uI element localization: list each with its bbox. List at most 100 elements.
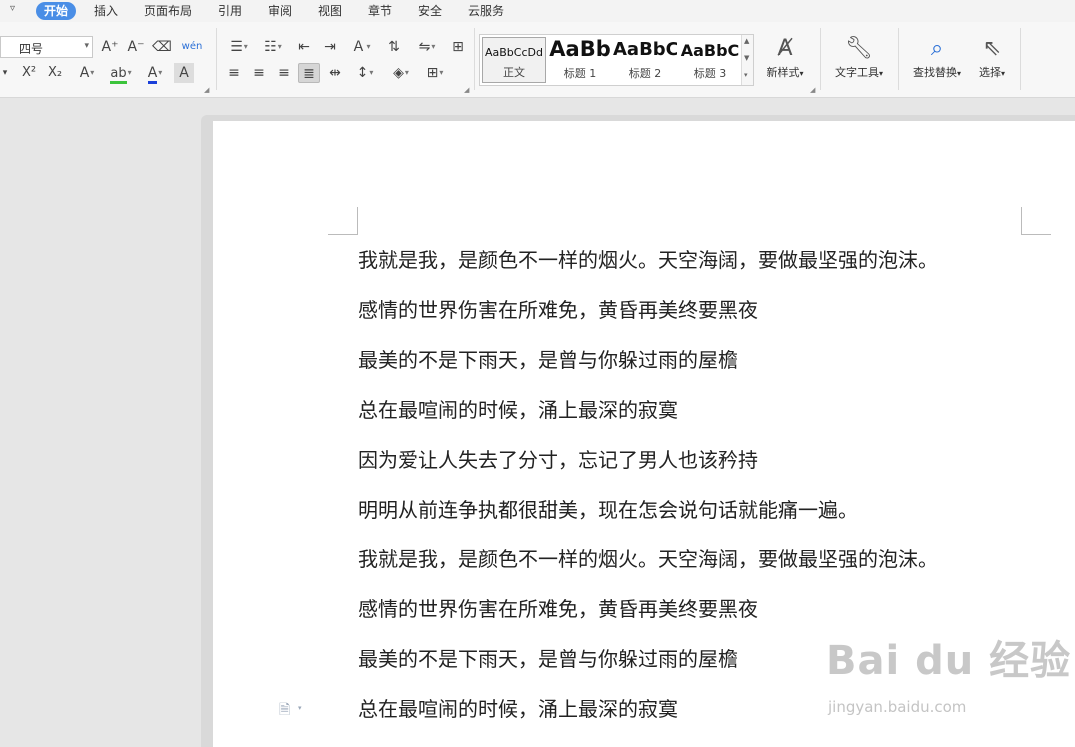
style-preview: AaBbC <box>680 41 740 60</box>
line-spacing-icon[interactable]: ↕▾ <box>350 63 380 83</box>
chevron-down-icon: ▾ <box>439 68 444 77</box>
subscript-icon[interactable]: X₂ <box>44 63 66 83</box>
style-preview: AaBb <box>549 37 611 61</box>
align-justify-icon[interactable]: ≣ <box>298 63 320 83</box>
gallery-expand-icon[interactable]: ▾ <box>744 71 748 79</box>
text-tools-label: 文字工具▾ <box>834 66 883 79</box>
style-label: 标题 2 <box>628 67 662 80</box>
chevron-down-icon: ▾ <box>277 42 282 51</box>
style-heading-2[interactable]: AaBbC 标题 2 <box>613 37 677 83</box>
shrink-font-icon[interactable]: A⁻ <box>126 37 146 57</box>
select-label: 选择▾ <box>978 66 1005 79</box>
margin-mark-top-right <box>1021 207 1051 235</box>
document-paragraph[interactable]: 因为爱让人失去了分寸，忘记了男人也该矜持 <box>358 447 758 473</box>
select-button[interactable]: ⇖ 选择▾ <box>972 34 1012 90</box>
styles-group-launcher-icon[interactable]: ◢ <box>810 86 815 94</box>
style-label: 正文 <box>503 66 525 79</box>
tab-cloud-service[interactable]: 云服务 <box>460 2 512 20</box>
align-left-icon[interactable]: ≡ <box>224 63 244 83</box>
chevron-down-icon: ▾ <box>243 42 248 51</box>
chevron-down-icon: ▾ <box>369 68 374 77</box>
document-paragraph[interactable]: 我就是我，是颜色不一样的烟火。天空海阔，要做最坚强的泡沫。 <box>358 247 938 273</box>
sort-icon[interactable]: ⇅ <box>384 37 404 57</box>
document-paragraph[interactable]: 感情的世界伤害在所难免，黄昏再美终要黑夜 <box>358 596 758 622</box>
group-separator <box>474 28 475 90</box>
chevron-down-icon[interactable]: ▾ <box>298 704 302 712</box>
tab-references[interactable]: 引用 <box>210 2 250 20</box>
style-label: 标题 1 <box>563 67 597 80</box>
new-style-label: 新样式▾ <box>766 66 804 79</box>
tab-page-layout[interactable]: 页面布局 <box>136 2 200 20</box>
decrease-indent-icon[interactable]: ⇤ <box>294 37 314 57</box>
group-separator <box>898 28 899 90</box>
quick-access-caret-icon[interactable]: ▿ <box>10 3 15 14</box>
watermark: Bai du 经验 jingyan.baidu.com <box>826 628 1070 728</box>
chevron-down-icon: ▾ <box>90 68 95 77</box>
tab-security[interactable]: 安全 <box>410 2 450 20</box>
increase-indent-icon[interactable]: ⇥ <box>320 37 340 57</box>
document-paragraph[interactable]: 总在最喧闹的时候，涌上最深的寂寞 <box>358 397 678 423</box>
text-effect-glyph: A <box>79 65 90 81</box>
phonetic-guide-icon[interactable]: wén <box>178 37 206 57</box>
chevron-up-icon[interactable]: ▲ <box>744 37 749 45</box>
font-size-select[interactable]: 四号 ▾ <box>0 36 93 58</box>
tab-review[interactable]: 审阅 <box>260 2 300 20</box>
chevron-down-icon[interactable]: ▾ <box>0 63 10 83</box>
chevron-down-icon: ▾ <box>158 68 163 77</box>
style-label: 标题 3 <box>693 67 727 80</box>
align-right-icon[interactable]: ≡ <box>274 63 294 83</box>
chevron-down-icon: ▾ <box>84 41 89 51</box>
tab-chapter[interactable]: 章节 <box>360 2 400 20</box>
style-gallery: AaBbCcDd 正文 AaBb 标题 1 AaBbC 标题 2 AaBbC 标… <box>479 34 754 86</box>
chevron-down-icon[interactable]: ▼ <box>744 54 749 62</box>
paragraph-layout-icon[interactable]: 🗎︎ <box>279 699 290 723</box>
chevron-down-icon: ▾ <box>127 68 132 77</box>
watermark-url: jingyan.baidu.com <box>828 698 967 716</box>
font-group-launcher-icon[interactable]: ◢ <box>204 86 209 94</box>
paragraph-group-launcher-icon[interactable]: ◢ <box>464 86 469 94</box>
show-hide-marks-icon[interactable]: ⇋▾ <box>412 37 442 57</box>
highlight-icon[interactable]: ab▾ <box>106 63 136 84</box>
table-grid-icon[interactable]: ⊞ <box>448 37 468 57</box>
document-paragraph[interactable]: 最美的不是下雨天，是曾与你躲过雨的屋檐 <box>358 347 738 373</box>
bullet-list-icon[interactable]: ☰▾ <box>224 37 254 57</box>
ribbon-toolbar: 四号 ▾ A⁺ A⁻ ⌫ wén ▾ X² X₂ A▾ ab▾ A▾ A ◢ ☰… <box>0 22 1075 98</box>
group-separator <box>1020 28 1021 90</box>
chinese-layout-icon[interactable]: Ａ▾ <box>346 37 376 57</box>
borders-icon[interactable]: ⊞▾ <box>420 63 450 83</box>
margin-mark-top-left <box>328 207 358 235</box>
superscript-icon[interactable]: X² <box>18 63 40 83</box>
text-effect-icon[interactable]: A▾ <box>72 63 102 83</box>
grow-font-icon[interactable]: A⁺ <box>100 37 120 57</box>
shading-icon[interactable]: ◈▾ <box>386 63 416 83</box>
document-paragraph[interactable]: 明明从前连争执都很甜美，现在怎会说句话就能痛一遍。 <box>358 497 858 523</box>
document-paragraph[interactable]: 我就是我，是颜色不一样的烟火。天空海阔，要做最坚强的泡沫。 <box>358 546 938 572</box>
find-replace-button[interactable]: ⌕ 查找替换▾ <box>904 34 970 90</box>
tab-view[interactable]: 视图 <box>310 2 350 20</box>
distributed-align-icon[interactable]: ⇹ <box>324 63 346 83</box>
text-tools-button[interactable]: 🔧︎ 文字工具▾ <box>826 34 892 90</box>
document-paragraph[interactable]: 总在最喧闹的时候，涌上最深的寂寞 <box>358 696 678 722</box>
style-normal[interactable]: AaBbCcDd 正文 <box>482 37 546 83</box>
find-replace-label: 查找替换▾ <box>912 66 961 79</box>
group-separator <box>216 28 217 90</box>
numbered-list-icon[interactable]: ☷▾ <box>258 37 288 57</box>
font-color-icon[interactable]: A▾ <box>140 63 170 84</box>
new-style-button[interactable]: Ⱥ 新样式▾ <box>760 34 810 90</box>
document-paragraph[interactable]: 感情的世界伤害在所难免，黄昏再美终要黑夜 <box>358 297 758 323</box>
align-center-icon[interactable]: ≡ <box>249 63 269 83</box>
style-heading-1[interactable]: AaBb 标题 1 <box>548 37 612 83</box>
clear-format-icon[interactable]: ⌫ <box>152 37 172 57</box>
gallery-scrollbar[interactable]: ▲ ▼ ▾ <box>741 35 753 85</box>
tab-home[interactable]: 开始 <box>36 2 77 20</box>
document-paragraph[interactable]: 最美的不是下雨天，是曾与你躲过雨的屋檐 <box>358 646 738 672</box>
style-heading-3[interactable]: AaBbC 标题 3 <box>678 37 742 83</box>
highlight-glyph: ab <box>110 65 127 84</box>
chevron-down-icon: ▾ <box>366 42 371 51</box>
chevron-down-icon: ▾ <box>431 42 436 51</box>
style-preview: AaBbCcDd <box>485 46 543 59</box>
character-shading-icon[interactable]: A <box>174 63 194 83</box>
cursor-arrow-icon: ⇖ <box>982 36 1002 61</box>
tab-insert[interactable]: 插入 <box>86 2 126 20</box>
chevron-down-icon: ▾ <box>404 68 409 77</box>
